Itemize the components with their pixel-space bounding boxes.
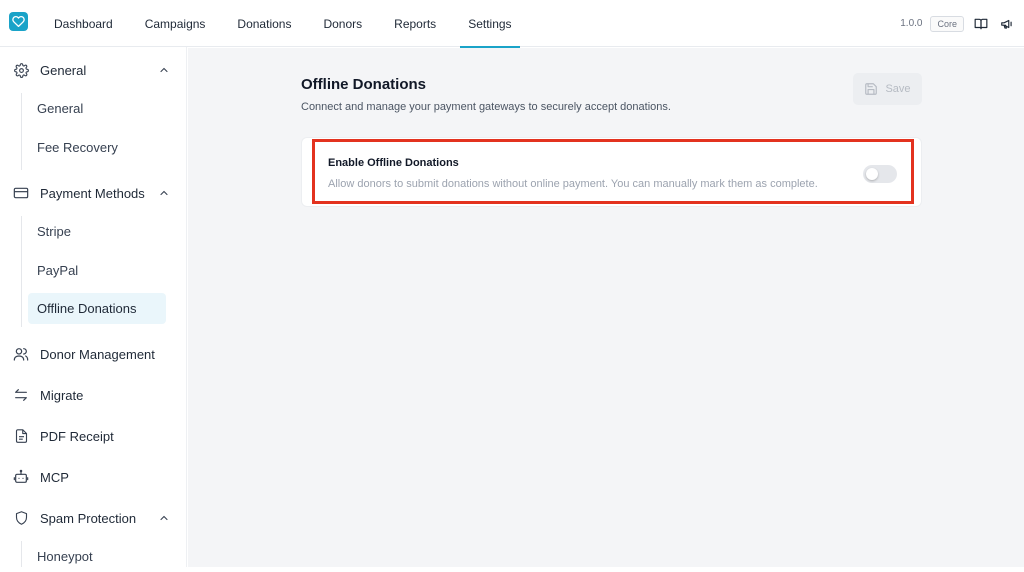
- main-nav: Dashboard Campaigns Donations Donors Rep…: [38, 0, 528, 48]
- sidebar-item-general[interactable]: General: [28, 93, 166, 124]
- nav-settings[interactable]: Settings: [452, 0, 527, 48]
- sidebar-item-stripe[interactable]: Stripe: [28, 216, 166, 247]
- sidebar-item-mcp[interactable]: MCP: [0, 459, 187, 495]
- save-button[interactable]: Save: [853, 73, 922, 105]
- sidebar-group-spam-protection[interactable]: Spam Protection: [0, 500, 187, 536]
- sidebar-item-fee-recovery[interactable]: Fee Recovery: [28, 132, 166, 163]
- chevron-up-icon[interactable]: [158, 187, 170, 199]
- gear-icon: [13, 62, 29, 78]
- sidebar-item-label: PDF Receipt: [40, 428, 114, 444]
- sidebar-item-paypal[interactable]: PayPal: [28, 255, 166, 286]
- chevron-up-icon[interactable]: [158, 64, 170, 76]
- docs-book-icon[interactable]: [972, 15, 990, 33]
- sidebar-item-label: MCP: [40, 469, 69, 485]
- settings-sidebar: General General Fee Recovery Payment Met…: [0, 47, 187, 567]
- toggle-knob: [866, 168, 878, 180]
- top-bar: Dashboard Campaigns Donations Donors Rep…: [0, 0, 1024, 48]
- shield-icon: [13, 510, 29, 526]
- page-subtitle: Connect and manage your payment gateways…: [301, 101, 671, 113]
- sidebar-item-label: Donor Management: [40, 346, 155, 362]
- top-right-tools: 1.0.0 Core: [900, 0, 1016, 47]
- nav-donors[interactable]: Donors: [307, 0, 378, 47]
- sidebar-item-label: Migrate: [40, 387, 84, 403]
- heart-logo-icon: [12, 15, 25, 28]
- sidebar-group-label: Spam Protection: [40, 510, 137, 526]
- sidebar-group-general[interactable]: General: [0, 52, 187, 88]
- chevron-up-icon[interactable]: [158, 512, 170, 524]
- users-icon: [13, 346, 29, 362]
- nav-campaigns[interactable]: Campaigns: [129, 0, 222, 47]
- sidebar-item-migrate[interactable]: Migrate: [0, 377, 187, 413]
- enable-offline-donations-toggle[interactable]: [863, 165, 897, 183]
- sidebar-group-label: General: [40, 62, 87, 78]
- card-description: Allow donors to submit donations without…: [328, 178, 818, 190]
- offline-donations-card: Enable Offline Donations Allow donors to…: [301, 137, 922, 207]
- sidebar-tree-line: [21, 93, 22, 170]
- sidebar-item-offline-donations[interactable]: Offline Donations: [28, 293, 166, 324]
- card-icon: [13, 185, 29, 201]
- card-title: Enable Offline Donations: [328, 157, 459, 169]
- robot-icon: [13, 469, 29, 485]
- document-icon: [13, 428, 29, 444]
- sidebar-group-label: Payment Methods: [40, 185, 145, 201]
- version-label: 1.0.0: [900, 18, 923, 29]
- sidebar-item-honeypot[interactable]: Honeypot: [28, 541, 166, 572]
- app-logo[interactable]: [9, 12, 28, 31]
- page-title: Offline Donations: [301, 76, 426, 93]
- save-icon: [865, 83, 878, 95]
- sidebar-group-payment-methods[interactable]: Payment Methods: [0, 175, 187, 211]
- nav-reports[interactable]: Reports: [378, 0, 452, 47]
- sidebar-tree-line: [21, 216, 22, 327]
- nav-donations[interactable]: Donations: [221, 0, 307, 47]
- main-content: Offline Donations Connect and manage you…: [188, 48, 1024, 567]
- sidebar-item-pdf-receipt[interactable]: PDF Receipt: [0, 418, 187, 454]
- sidebar-item-donor-management[interactable]: Donor Management: [0, 336, 187, 372]
- nav-dashboard[interactable]: Dashboard: [38, 0, 129, 47]
- swap-arrows-icon: [13, 387, 29, 403]
- megaphone-icon[interactable]: [998, 15, 1016, 33]
- save-button-label: Save: [885, 83, 911, 95]
- core-badge: Core: [930, 15, 964, 32]
- sidebar-tree-line: [21, 541, 22, 567]
